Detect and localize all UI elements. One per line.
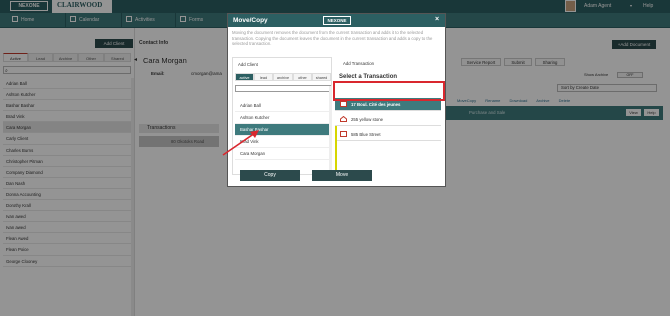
modal-title: Move/Copy [233, 17, 268, 24]
transaction-icon [340, 131, 347, 137]
transaction-item[interactable]: 255 yellow stone [335, 113, 441, 126]
move-button[interactable]: Move [312, 170, 372, 181]
house-icon [340, 116, 347, 122]
tab-shared[interactable]: shared [312, 73, 331, 81]
close-icon[interactable]: × [435, 16, 439, 23]
transaction-icon [340, 101, 347, 107]
copy-button[interactable]: Copy [240, 170, 300, 181]
select-transaction-heading: Select a Transaction [339, 74, 398, 80]
pointer-arrow-icon [222, 130, 259, 156]
tab-active[interactable]: active [235, 73, 254, 81]
add-client-link[interactable]: Add Client [238, 62, 258, 67]
modal-list-scrollbar[interactable] [329, 86, 332, 174]
modal-client-search-input[interactable] [235, 85, 331, 92]
tab-archive[interactable]: archive [273, 73, 293, 81]
client-item[interactable]: Adrian Ball [235, 100, 331, 112]
transaction-picker: Add Transaction Select a Transaction 17 … [335, 57, 443, 175]
modal-header: Move/Copy NEXONE × [228, 14, 445, 27]
add-transaction-link[interactable]: Add Transaction [343, 61, 374, 66]
modal-client-tabs: active lead archive other shared [235, 73, 331, 81]
modal-description: Moving the document removes the document… [232, 30, 433, 46]
client-item[interactable]: Ashton Kutcher [235, 112, 331, 124]
tab-other[interactable]: other [293, 73, 312, 81]
transaction-status-bar [335, 126, 337, 171]
transaction-item[interactable]: 585 Blue Street [335, 128, 441, 141]
nexone-logo: NEXONE [323, 16, 351, 25]
selection-highlight [333, 81, 445, 101]
tab-lead[interactable]: lead [254, 73, 273, 81]
